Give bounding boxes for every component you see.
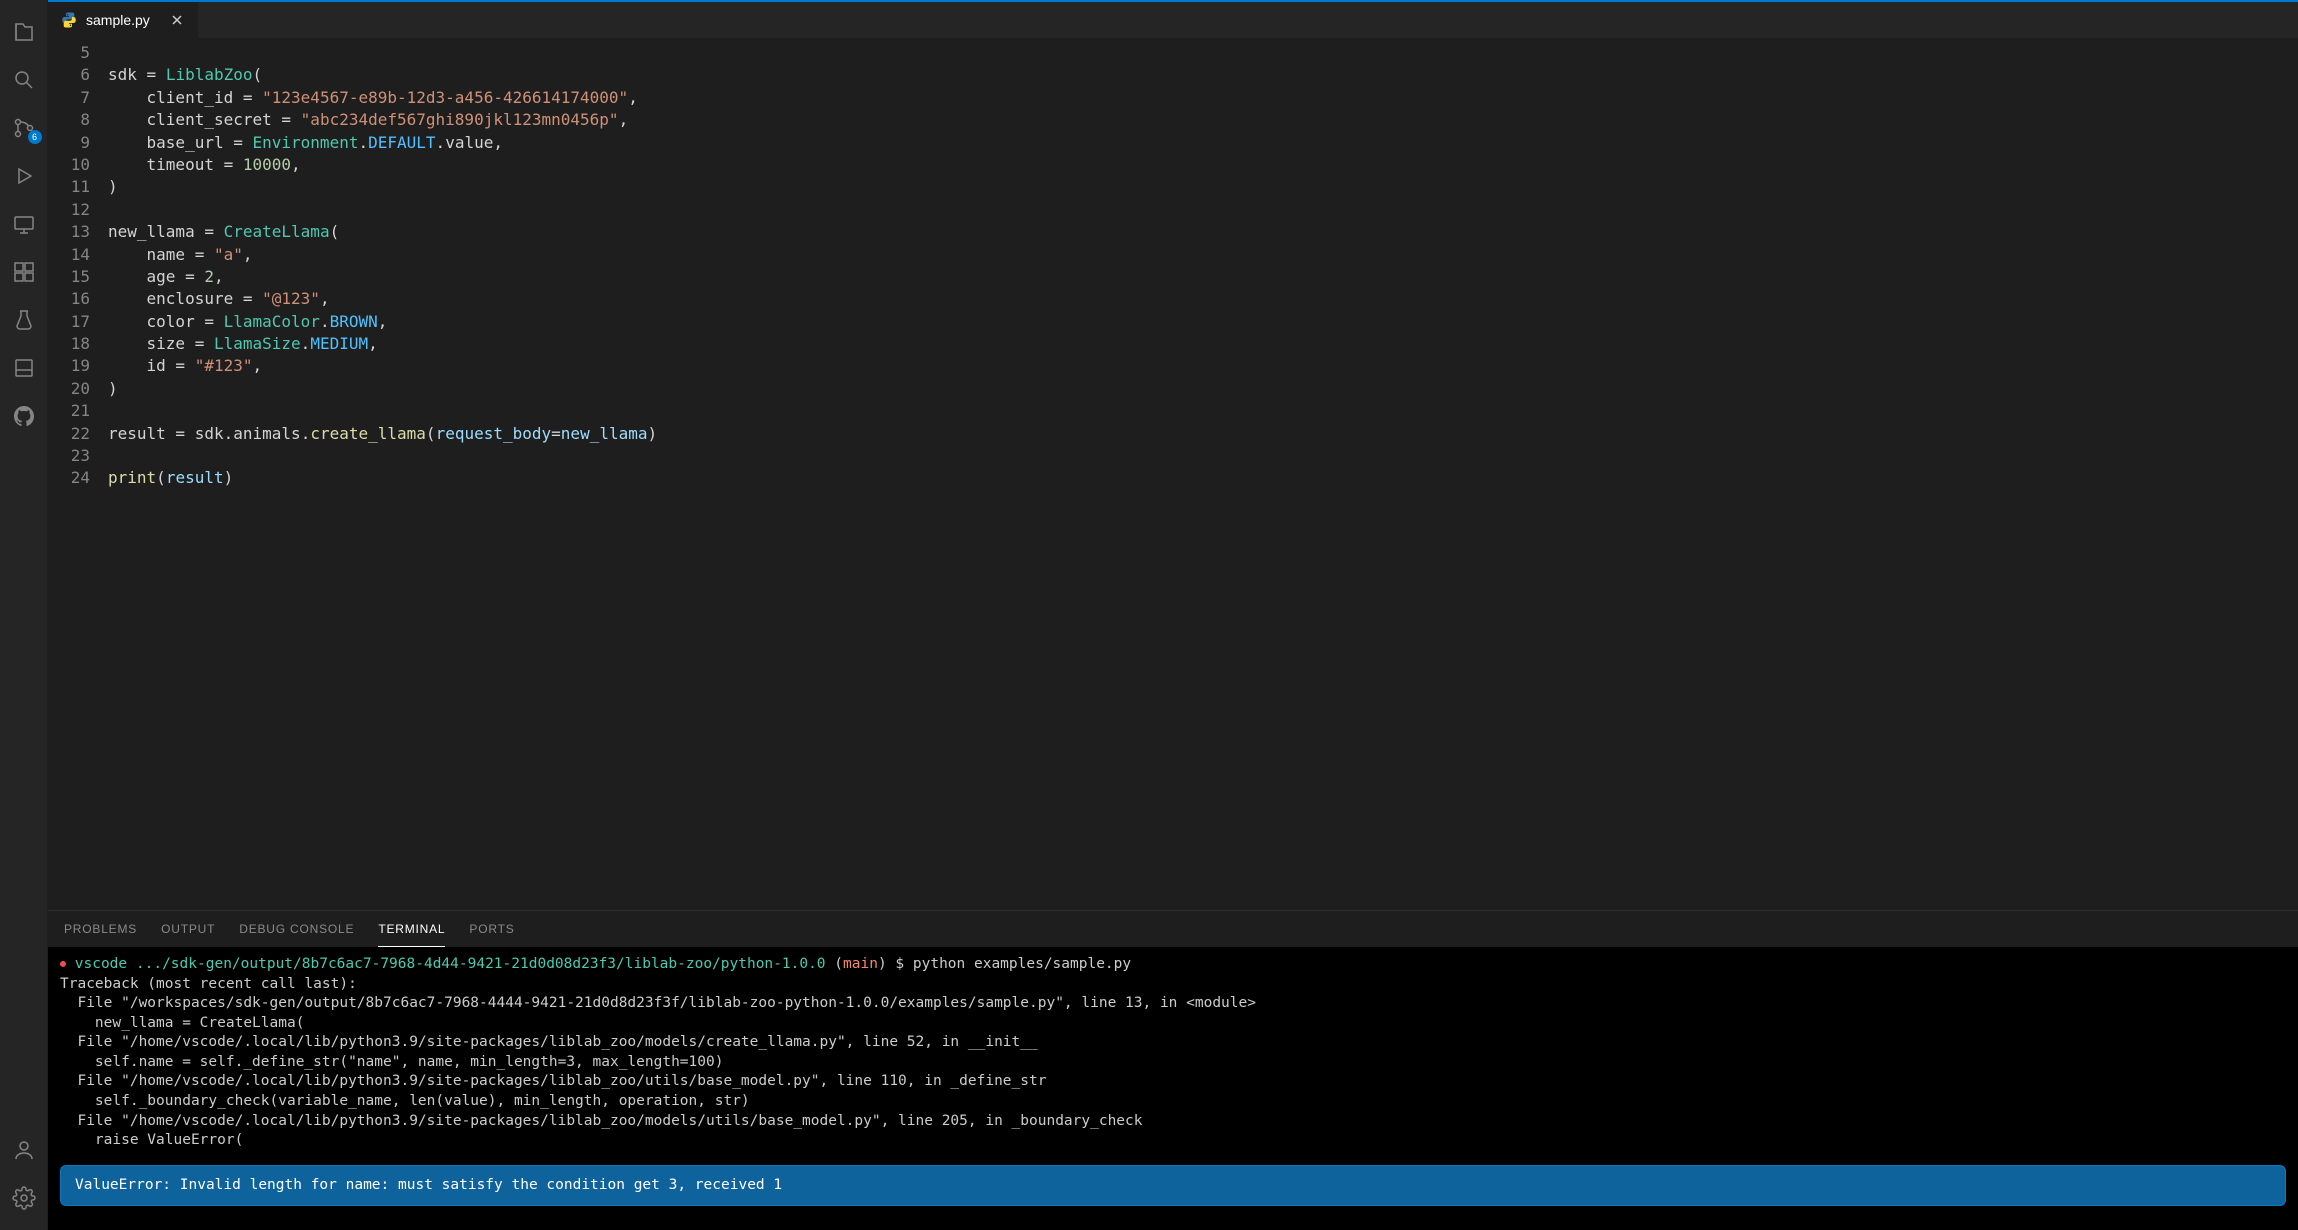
remote-explorer-icon[interactable] [0,200,48,248]
line-number: 21 [48,400,90,422]
code-editor[interactable]: 56789101112131415161718192021222324 sdk … [48,38,2298,910]
line-number: 14 [48,244,90,266]
code-line[interactable] [108,400,2298,422]
code-content[interactable]: sdk = LiblabZoo( client_id = "123e4567-e… [108,42,2298,910]
accounts-icon[interactable] [0,1126,48,1174]
terminal-output-line: Traceback (most recent call last): [60,975,2286,995]
bottom-panel: PROBLEMS OUTPUT DEBUG CONSOLE TERMINAL PORTS… [48,910,2298,1230]
code-line[interactable]: age = 2, [108,266,2298,288]
run-debug-icon[interactable] [0,152,48,200]
panel-tab-terminal[interactable]: TERMINAL [378,911,445,947]
panel-tabs: PROBLEMS OUTPUT DEBUG CONSOLE TERMINAL PORTS [48,911,2298,947]
line-number: 22 [48,423,90,445]
explorer-icon[interactable] [0,8,48,56]
code-line[interactable]: client_id = "123e4567-e89b-12d3-a456-426… [108,87,2298,109]
line-gutter: 56789101112131415161718192021222324 [48,42,108,910]
code-line[interactable]: base_url = Environment.DEFAULT.value, [108,132,2298,154]
line-number: 10 [48,154,90,176]
terminal-output-line: self.name = self._define_str("name", nam… [60,1053,2286,1073]
panel-icon[interactable] [0,344,48,392]
line-number: 18 [48,333,90,355]
line-number: 16 [48,288,90,310]
close-tab-icon[interactable] [168,11,186,29]
code-line[interactable] [108,445,2298,467]
code-line[interactable] [108,42,2298,64]
terminal-output-line: new_llama = CreateLlama( [60,1014,2286,1034]
code-line[interactable]: new_llama = CreateLlama( [108,221,2298,243]
github-icon[interactable] [0,392,48,440]
terminal-error-highlight: ValueError: Invalid length for name: mus… [60,1165,2286,1207]
line-number: 8 [48,109,90,131]
terminal-prompt-line: ● vscode .../sdk-gen/output/8b7c6ac7-796… [60,955,2286,975]
terminal-output-line: raise ValueError( [60,1131,2286,1151]
scm-badge: 6 [28,130,42,144]
settings-icon[interactable] [0,1174,48,1222]
search-icon[interactable] [0,56,48,104]
python-file-icon [60,11,78,29]
code-line[interactable]: size = LlamaSize.MEDIUM, [108,333,2298,355]
code-line[interactable]: print(result) [108,467,2298,489]
terminal-output-line: File "/home/vscode/.local/lib/python3.9/… [60,1112,2286,1132]
terminal-output-line: File "/home/vscode/.local/lib/python3.9/… [60,1072,2286,1092]
line-number: 15 [48,266,90,288]
line-number: 19 [48,355,90,377]
panel-tab-debug-console[interactable]: DEBUG CONSOLE [239,911,354,947]
panel-tab-problems[interactable]: PROBLEMS [64,911,137,947]
code-line[interactable]: enclosure = "@123", [108,288,2298,310]
source-control-icon[interactable]: 6 [0,104,48,152]
code-line[interactable] [108,199,2298,221]
line-number: 9 [48,132,90,154]
main-area: sample.py 567891011121314151617181920212… [48,0,2298,1230]
code-line[interactable]: client_secret = "abc234def567ghi890jkl12… [108,109,2298,131]
panel-tab-ports[interactable]: PORTS [469,911,514,947]
panel-tab-output[interactable]: OUTPUT [161,911,215,947]
line-number: 5 [48,42,90,64]
code-line[interactable]: ) [108,176,2298,198]
tab-filename: sample.py [86,12,150,28]
code-line[interactable]: color = LlamaColor.BROWN, [108,311,2298,333]
code-line[interactable]: name = "a", [108,244,2298,266]
line-number: 13 [48,221,90,243]
line-number: 20 [48,378,90,400]
tab-bar: sample.py [48,0,2298,38]
code-line[interactable]: ) [108,378,2298,400]
tab-sample-py[interactable]: sample.py [48,2,198,38]
line-number: 7 [48,87,90,109]
terminal-content[interactable]: ● vscode .../sdk-gen/output/8b7c6ac7-796… [48,947,2298,1230]
code-line[interactable]: id = "#123", [108,355,2298,377]
line-number: 24 [48,467,90,489]
line-number: 11 [48,176,90,198]
code-line[interactable]: sdk = LiblabZoo( [108,64,2298,86]
activity-bar: 6 [0,0,48,1230]
line-number: 6 [48,64,90,86]
terminal-output-line: File "/workspaces/sdk-gen/output/8b7c6ac… [60,994,2286,1014]
terminal-output-line: File "/home/vscode/.local/lib/python3.9/… [60,1033,2286,1053]
code-line[interactable]: timeout = 10000, [108,154,2298,176]
testing-icon[interactable] [0,296,48,344]
extensions-icon[interactable] [0,248,48,296]
line-number: 17 [48,311,90,333]
code-line[interactable]: result = sdk.animals.create_llama(reques… [108,423,2298,445]
terminal-output-line: self._boundary_check(variable_name, len(… [60,1092,2286,1112]
line-number: 12 [48,199,90,221]
line-number: 23 [48,445,90,467]
